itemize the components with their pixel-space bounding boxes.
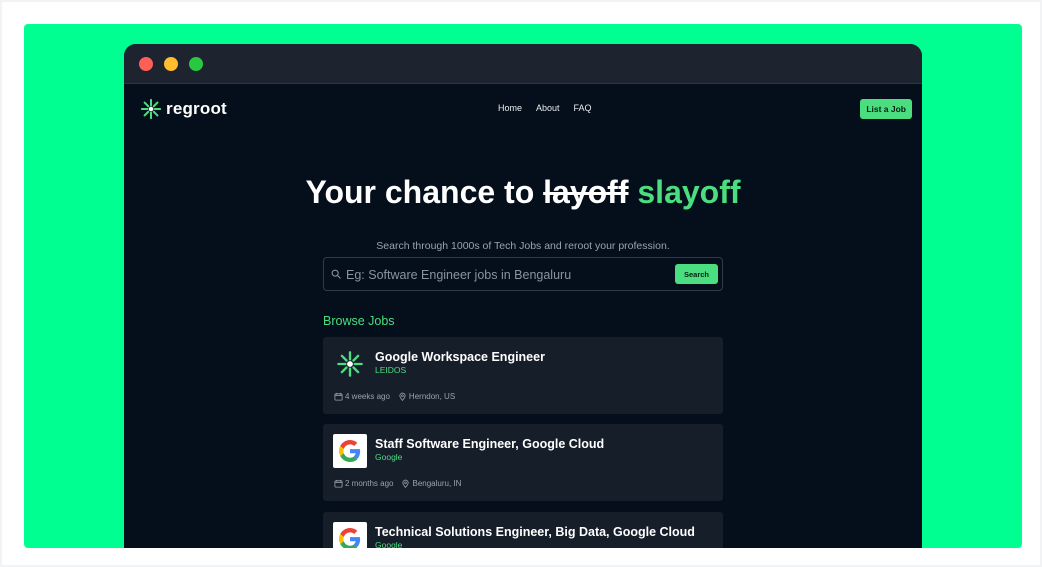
list-a-job-button[interactable]: List a Job: [860, 99, 912, 119]
company-name: Google: [375, 540, 403, 548]
company-logo: [333, 434, 367, 468]
window-titlebar: [124, 44, 922, 84]
job-location: Bengaluru, IN: [401, 479, 461, 488]
nav-about-link[interactable]: About: [536, 103, 560, 113]
job-card[interactable]: Technical Solutions Engineer, Big Data, …: [323, 512, 723, 548]
job-card[interactable]: Google Workspace Engineer LEIDOS 4 weeks…: [323, 337, 723, 414]
hero-title-accent: slayoff: [637, 174, 741, 210]
browser-window: regroot Home About FAQ List a Job Your c…: [124, 44, 922, 548]
hero-title: Your chance to layoff slayoff: [124, 174, 922, 211]
showcase-background: regroot Home About FAQ List a Job Your c…: [24, 24, 1022, 548]
posted-date-text: 4 weeks ago: [345, 392, 390, 401]
page-frame: regroot Home About FAQ List a Job Your c…: [2, 2, 1040, 565]
company-name: LEIDOS: [375, 365, 407, 375]
hero-subtitle: Search through 1000s of Tech Jobs and re…: [376, 240, 670, 252]
company-name: Google: [375, 452, 403, 462]
company-logo: [333, 522, 367, 548]
nav-home-link[interactable]: Home: [498, 103, 522, 113]
job-meta: 2 months ago Bengaluru, IN: [334, 479, 461, 488]
search-button[interactable]: Search: [674, 264, 718, 284]
brand-link[interactable]: regroot: [140, 98, 227, 120]
minimize-window-button[interactable]: [164, 57, 178, 71]
hero-title-strikethrough: layoff: [543, 174, 629, 210]
posted-date: 4 weeks ago: [334, 392, 390, 401]
regroot-burst-icon: [140, 98, 162, 120]
hero-title-prefix: Your chance to: [305, 174, 544, 210]
browse-jobs-heading: Browse Jobs: [323, 314, 395, 328]
search-icon: [331, 269, 341, 279]
posted-date-text: 2 months ago: [345, 479, 394, 488]
posted-date: 2 months ago: [334, 479, 393, 488]
job-title: Technical Solutions Engineer, Big Data, …: [375, 525, 695, 539]
company-logo: [333, 347, 367, 381]
job-location-text: Herndon, US: [408, 392, 456, 401]
google-g-icon: [339, 528, 361, 548]
nav-links: Home About FAQ: [498, 103, 592, 113]
location-pin-icon: [402, 479, 410, 488]
navbar: regroot Home About FAQ List a Job: [124, 84, 922, 134]
brand-name: regroot: [166, 99, 227, 118]
nav-faq-link[interactable]: FAQ: [574, 103, 592, 113]
close-window-button[interactable]: [139, 57, 153, 71]
job-title: Google Workspace Engineer: [375, 350, 545, 364]
location-pin-icon: [399, 392, 406, 401]
job-location: Herndon, US: [398, 392, 455, 401]
search-input[interactable]: [344, 262, 668, 288]
job-card[interactable]: Staff Software Engineer, Google Cloud Go…: [323, 424, 723, 501]
regroot-burst-icon: [337, 351, 363, 377]
calendar-icon: [334, 479, 343, 488]
maximize-window-button[interactable]: [189, 57, 203, 71]
job-title: Staff Software Engineer, Google Cloud: [375, 437, 605, 451]
calendar-icon: [334, 392, 343, 401]
google-g-icon: [339, 440, 361, 462]
search-bar: Search: [323, 257, 723, 291]
job-location-text: Bengaluru, IN: [412, 479, 462, 488]
job-meta: 4 weeks ago Herndon, US: [334, 392, 455, 401]
